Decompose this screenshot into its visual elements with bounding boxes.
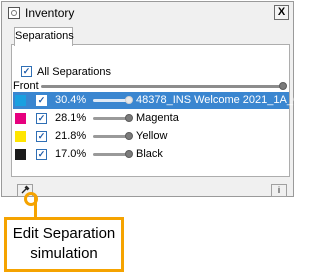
separation-slider-track[interactable] bbox=[93, 117, 127, 120]
close-button[interactable]: X bbox=[274, 5, 289, 20]
separation-percent: 21.8% bbox=[55, 130, 87, 142]
separation-percent: 30.4% bbox=[55, 94, 87, 106]
title-bar: Inventory X bbox=[2, 2, 293, 24]
separation-checkbox[interactable]: ✓ bbox=[36, 149, 47, 160]
separation-slider-track[interactable] bbox=[93, 135, 127, 138]
separation-row[interactable]: ✓ 28.1% Magenta bbox=[13, 110, 289, 127]
inventory-window: Inventory X Separations ✓ All Separation… bbox=[1, 1, 320, 197]
cyan-swatch bbox=[15, 95, 26, 106]
info-button[interactable]: i bbox=[271, 184, 287, 197]
inventory-app-icon bbox=[8, 7, 20, 19]
separation-row[interactable]: ✓ 17.0% Black bbox=[13, 146, 289, 163]
all-separations-checkbox[interactable]: ✓ bbox=[21, 66, 32, 77]
yellow-swatch bbox=[15, 131, 26, 142]
separation-name: Black bbox=[136, 148, 163, 160]
window-title: Inventory bbox=[25, 6, 75, 20]
separation-checkbox[interactable]: ✓ bbox=[36, 131, 47, 142]
callout-line-2: simulation bbox=[30, 245, 98, 262]
front-label: Front bbox=[13, 80, 39, 92]
separations-panel: ✓ All Separations Front ✓ 30.4% 48378_IN… bbox=[11, 44, 320, 177]
all-separations-label: All Separations bbox=[37, 66, 111, 78]
separation-percent: 17.0% bbox=[55, 148, 87, 160]
front-slider-knob[interactable] bbox=[279, 82, 287, 90]
separation-percent: 28.1% bbox=[55, 112, 87, 124]
separation-checkbox[interactable]: ✓ bbox=[36, 95, 47, 106]
separation-slider-knob[interactable] bbox=[125, 114, 133, 122]
separation-name: Yellow bbox=[136, 130, 168, 142]
callout-highlight-circle bbox=[24, 192, 38, 206]
separation-slider-track[interactable] bbox=[93, 153, 127, 156]
separation-name: Magenta bbox=[136, 112, 179, 124]
black-swatch bbox=[15, 149, 26, 160]
separation-slider-knob[interactable] bbox=[125, 150, 133, 158]
separation-name: 48378_INS Welcome 2021_1A_C.VPS bbox=[136, 94, 320, 106]
separation-slider-knob[interactable] bbox=[125, 96, 133, 104]
tab-separations[interactable]: Separations bbox=[14, 27, 74, 46]
front-slider-track[interactable] bbox=[41, 85, 285, 88]
separation-checkbox[interactable]: ✓ bbox=[36, 113, 47, 124]
callout-line-1: Edit Separation bbox=[12, 225, 116, 242]
separation-slider-track[interactable] bbox=[93, 99, 127, 102]
separation-slider-knob[interactable] bbox=[125, 132, 133, 140]
edit-separation-callout: Edit Separation simulation bbox=[4, 217, 124, 272]
separation-row[interactable]: ✓ 30.4% 48378_INS Welcome 2021_1A_C.VPS bbox=[13, 92, 320, 109]
magenta-swatch bbox=[15, 113, 26, 124]
separation-row[interactable]: ✓ 21.8% Yellow bbox=[13, 128, 289, 145]
